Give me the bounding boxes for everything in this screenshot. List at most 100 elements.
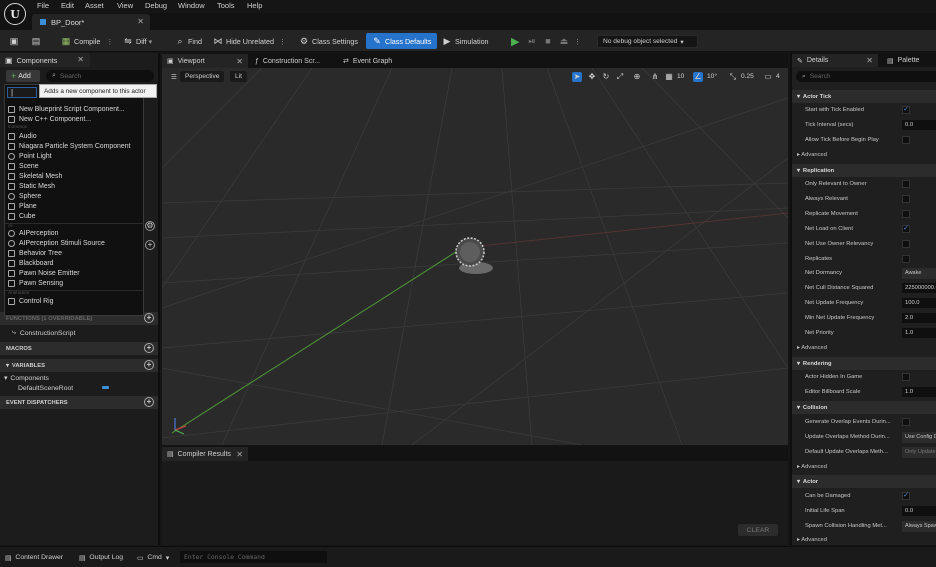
- default-update-overlaps-select[interactable]: Only Update ...: [902, 447, 936, 458]
- actor-category[interactable]: ▾ Actor: [792, 475, 936, 488]
- compile-button[interactable]: ▦ Compile ⋮: [58, 33, 117, 49]
- document-tab-bp-door[interactable]: BP_Door* ✕: [32, 14, 150, 30]
- net-cull-distance-field[interactable]: 225000000.0: [902, 283, 936, 293]
- add-icon[interactable]: +: [145, 240, 155, 250]
- output-log-button[interactable]: ▤ Output Log: [79, 552, 123, 563]
- event-dispatchers-section-header[interactable]: EVENT DISPATCHERS +: [0, 396, 158, 409]
- control-rig-item[interactable]: Control Rig: [8, 296, 53, 306]
- surface-snap-icon[interactable]: ⋔: [650, 72, 660, 82]
- rendering-category[interactable]: ▾ Rendering: [792, 357, 936, 370]
- diff-button[interactable]: ⇋ Diff ▾: [120, 33, 155, 49]
- add-variable-icon[interactable]: +: [144, 360, 154, 370]
- browse-button[interactable]: ▤: [28, 33, 47, 49]
- point-light-item[interactable]: Point Light: [8, 151, 52, 161]
- add-component-button[interactable]: + Add: [6, 70, 40, 82]
- perspective-button[interactable]: Perspective: [180, 71, 225, 82]
- dropdown-search-input[interactable]: |: [7, 87, 37, 98]
- details-search-input[interactable]: ⌕ Search: [796, 71, 936, 82]
- camera-speed-value[interactable]: 4: [776, 72, 780, 82]
- default-scene-root-item[interactable]: DefaultSceneRoot: [18, 383, 110, 393]
- tab-construction-script[interactable]: ƒ Construction Scr...: [250, 54, 336, 68]
- tab-compiler-results[interactable]: ▤ Compiler Results ✕: [162, 447, 248, 461]
- allow-tick-checkbox[interactable]: [902, 136, 910, 144]
- net-update-frequency-field[interactable]: 100.0: [902, 298, 936, 308]
- content-drawer-button[interactable]: ▤ Content Drawer: [5, 552, 63, 563]
- menu-view[interactable]: View: [117, 0, 133, 12]
- close-icon[interactable]: ✕: [236, 450, 243, 459]
- spawn-collision-select[interactable]: Always Spawn...: [902, 521, 936, 532]
- net-priority-field[interactable]: 1.0: [902, 328, 936, 338]
- tab-event-graph[interactable]: ⇄ Event Graph: [338, 54, 408, 68]
- static-mesh-item[interactable]: Static Mesh: [8, 181, 55, 191]
- close-icon[interactable]: ✕: [137, 17, 144, 26]
- tab-palette[interactable]: ▤ Palette: [882, 54, 936, 67]
- rotation-snap-icon[interactable]: ∠: [693, 72, 703, 82]
- tick-interval-field[interactable]: 0.0: [902, 120, 936, 130]
- unreal-logo[interactable]: U: [4, 3, 26, 25]
- class-defaults-button[interactable]: ✎ Class Defaults: [366, 33, 438, 49]
- rotate-icon[interactable]: ↻: [601, 72, 611, 82]
- scale-snap-icon[interactable]: ⤡: [728, 72, 738, 82]
- viewport[interactable]: ☰ Perspective Lit ➤ ✥ ↻ ⤢ ⊕ ⋔ ▦ 10 ∠ 10°…: [162, 68, 788, 445]
- advanced-expander[interactable]: ▸ Advanced: [797, 461, 827, 473]
- scene-item[interactable]: Scene: [8, 161, 39, 171]
- advanced-expander[interactable]: ▸ Advanced: [797, 534, 827, 545]
- min-net-update-frequency-field[interactable]: 2.0: [902, 313, 936, 323]
- scale-snap-value[interactable]: 0.25: [741, 72, 754, 82]
- collision-category[interactable]: ▾ Collision: [792, 401, 936, 414]
- cube-item[interactable]: Cube: [8, 211, 35, 221]
- update-overlaps-select[interactable]: Use Config D...: [902, 432, 936, 443]
- close-icon[interactable]: ✕: [236, 57, 243, 66]
- world-local-icon[interactable]: ⊕: [632, 72, 642, 82]
- debug-object-select[interactable]: No debug object selected ▾: [597, 35, 698, 48]
- generate-overlap-checkbox[interactable]: [902, 418, 910, 426]
- only-relevant-owner-checkbox[interactable]: [902, 180, 910, 188]
- tab-details[interactable]: ✎ Details ✕: [792, 54, 878, 67]
- niagara-item[interactable]: Niagara Particle System Component: [8, 141, 130, 151]
- blackboard-item[interactable]: Blackboard: [8, 258, 53, 268]
- clear-button[interactable]: CLEAR: [738, 524, 778, 536]
- start-with-tick-checkbox[interactable]: ✓: [902, 106, 910, 114]
- construction-script-item[interactable]: ⤷ ConstructionScript: [12, 328, 75, 338]
- net-use-owner-relevancy-checkbox[interactable]: [902, 240, 910, 248]
- close-icon[interactable]: ✕: [77, 55, 84, 64]
- hide-unrelated-button[interactable]: ⋈ Hide Unrelated ⋮: [210, 33, 289, 49]
- simulation-button[interactable]: ▶ Simulation: [439, 33, 492, 49]
- move-icon[interactable]: ✥: [587, 72, 597, 82]
- grid-snap-icon[interactable]: ▦: [664, 72, 674, 82]
- ai-perception-item[interactable]: AIPerception: [8, 228, 58, 238]
- actor-tick-category[interactable]: ▾ Actor Tick: [792, 90, 936, 103]
- advanced-expander[interactable]: ▸ Advanced: [797, 342, 827, 354]
- add-event-dispatcher-icon[interactable]: +: [144, 397, 154, 407]
- menu-debug[interactable]: Debug: [145, 0, 167, 12]
- menu-asset[interactable]: Asset: [85, 0, 104, 12]
- menu-window[interactable]: Window: [178, 0, 205, 12]
- lit-button[interactable]: Lit: [230, 71, 247, 82]
- console-command-input[interactable]: Enter Console Command: [180, 551, 327, 563]
- actor-hidden-checkbox[interactable]: [902, 373, 910, 381]
- rotation-snap-value[interactable]: 10°: [707, 72, 717, 82]
- advanced-expander[interactable]: ▸ Advanced: [797, 149, 827, 161]
- can-be-damaged-checkbox[interactable]: ✓: [902, 492, 910, 500]
- pawn-noise-emitter-item[interactable]: Pawn Noise Emitter: [8, 268, 80, 278]
- components-group-item[interactable]: ▾ Components: [4, 373, 49, 383]
- ai-stimuli-item[interactable]: AIPerception Stimuli Source: [8, 238, 105, 248]
- variables-section-header[interactable]: ▾ VARIABLES +: [0, 359, 158, 372]
- replicates-checkbox[interactable]: [902, 255, 910, 263]
- components-search-input[interactable]: ⌕ Search: [46, 70, 154, 82]
- audio-item[interactable]: Audio: [8, 131, 37, 141]
- select-icon[interactable]: ➤: [572, 72, 582, 82]
- menu-tools[interactable]: Tools: [217, 0, 235, 12]
- replicate-movement-checkbox[interactable]: [902, 210, 910, 218]
- menu-file[interactable]: File: [37, 0, 49, 12]
- class-settings-button[interactable]: ⚙ Class Settings: [296, 33, 361, 49]
- new-blueprint-script-item[interactable]: New Blueprint Script Component...: [8, 104, 125, 114]
- menu-edit[interactable]: Edit: [61, 0, 74, 12]
- behavior-tree-item[interactable]: Behavior Tree: [8, 248, 62, 258]
- play-button[interactable]: ▶: [508, 33, 522, 49]
- net-load-client-checkbox[interactable]: ✓: [902, 225, 910, 233]
- skeletal-mesh-item[interactable]: Skeletal Mesh: [8, 171, 62, 181]
- add-function-icon[interactable]: +: [144, 313, 154, 323]
- plane-item[interactable]: Plane: [8, 201, 37, 211]
- more-options-icon[interactable]: ⋮: [106, 37, 113, 46]
